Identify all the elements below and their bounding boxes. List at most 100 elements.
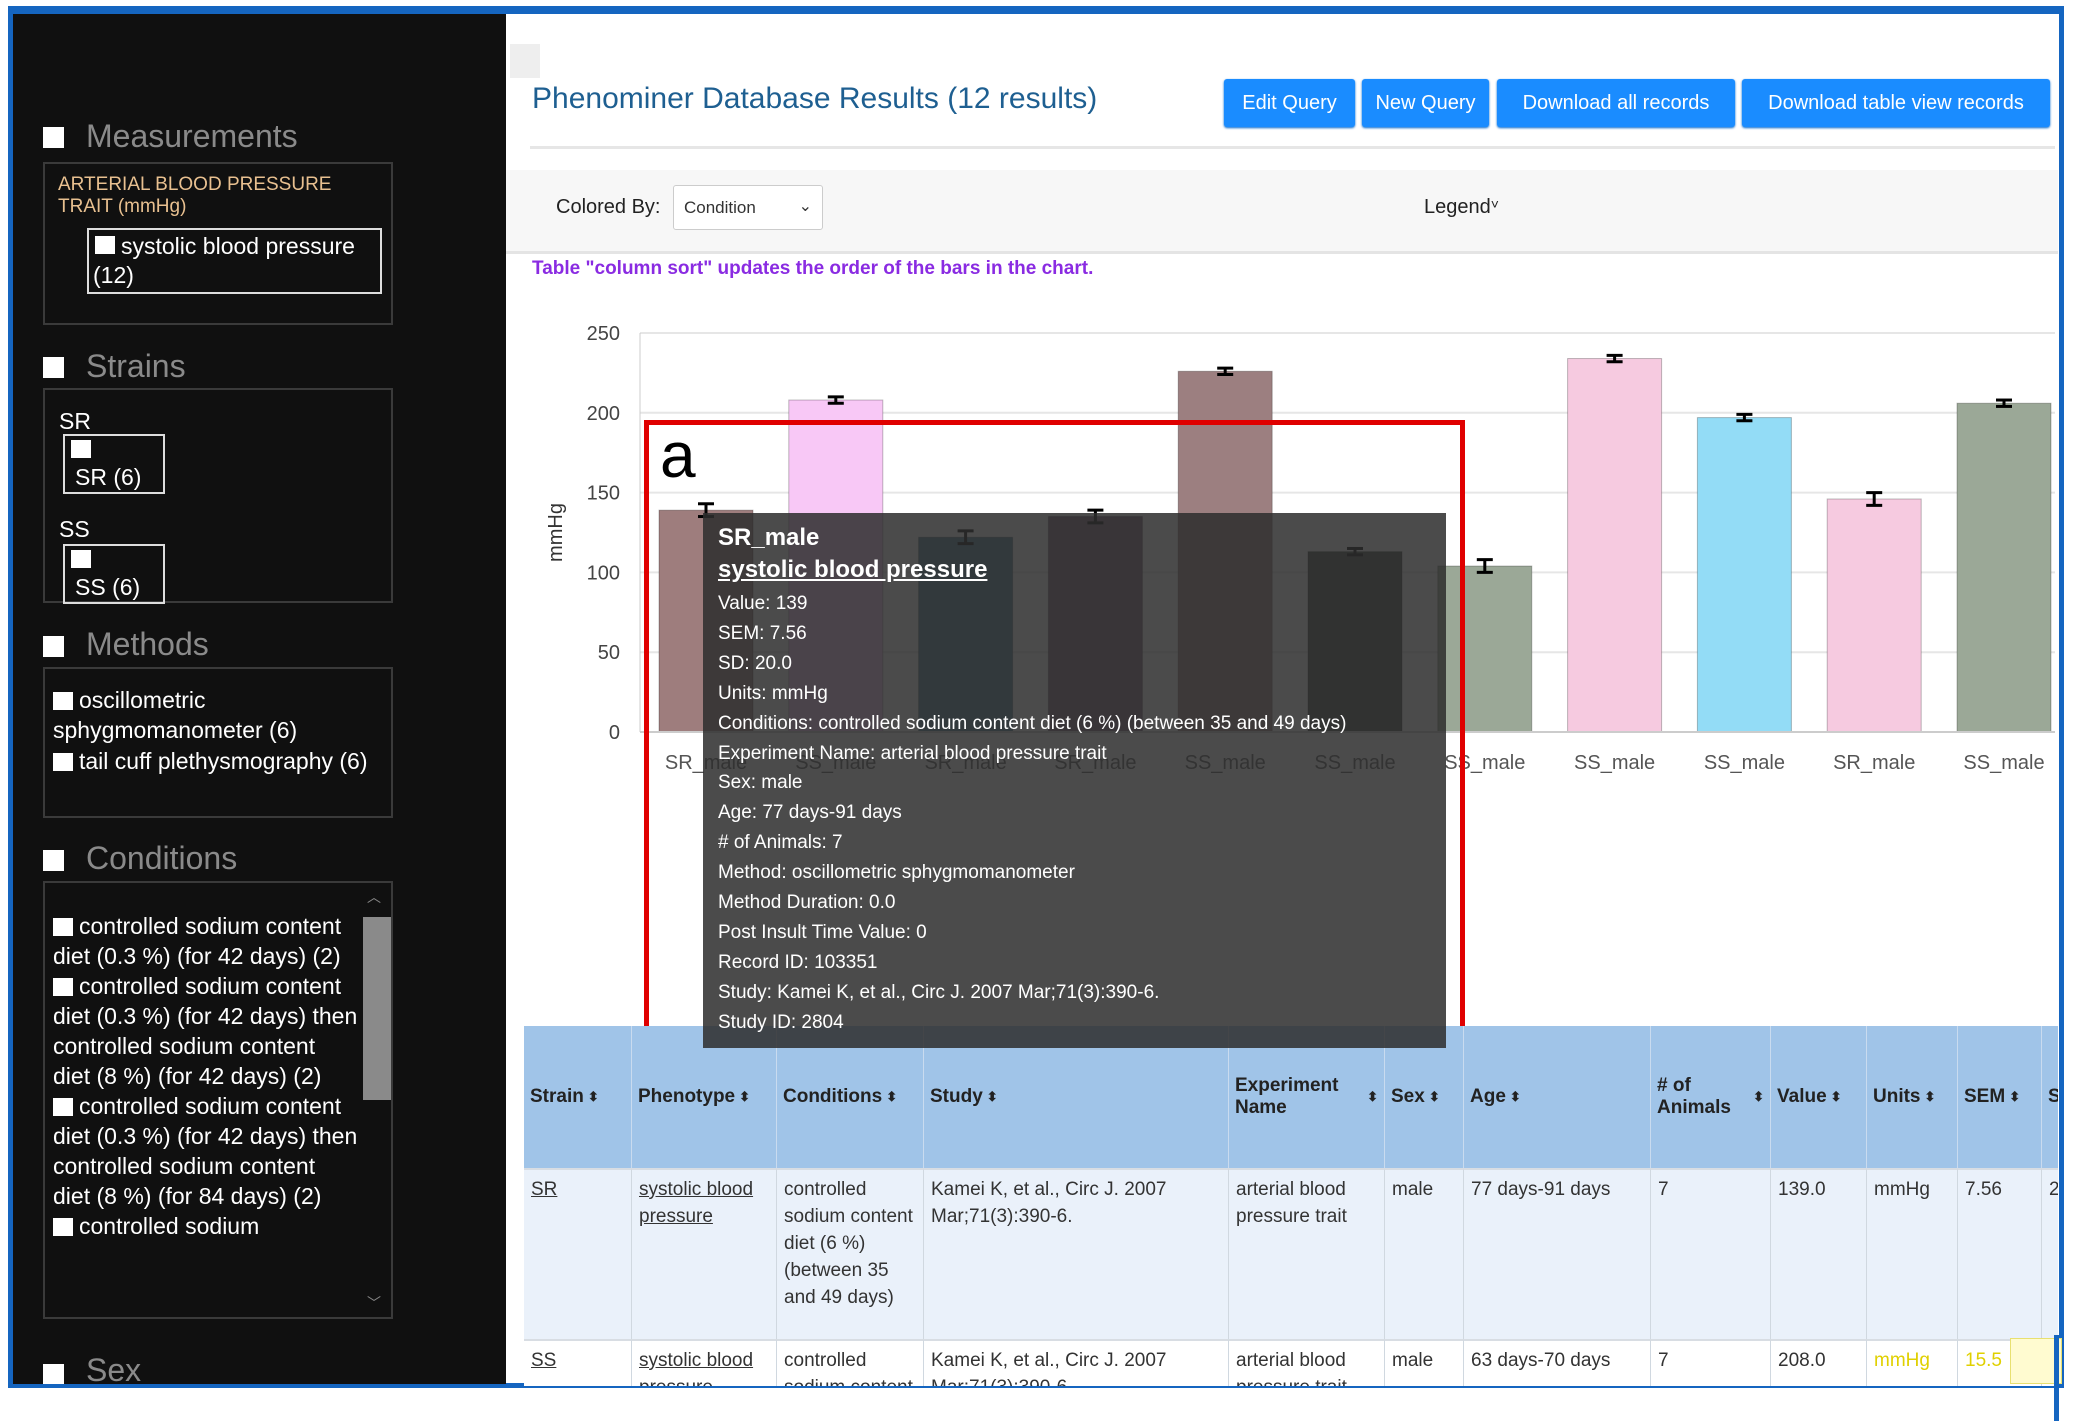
filter-sidebar: Measurements ARTERIAL BLOOD PRESSURE TRA… bbox=[13, 14, 506, 1384]
method-item[interactable]: tail cuff plethysmography (6) bbox=[53, 746, 383, 776]
chart-toolbar: Colored By: Condition ⌄ Legend˅ bbox=[506, 170, 2058, 254]
tooltip-line: Method Duration: 0.0 bbox=[718, 892, 896, 913]
download-table-view-button[interactable]: Download table view records bbox=[1742, 79, 2050, 127]
conditions-box: controlled sodium content diet (0.3 %) (… bbox=[43, 881, 393, 1319]
colored-by-value: Condition bbox=[684, 198, 756, 217]
strain-item-label: SR (6) bbox=[75, 464, 142, 490]
scroll-down-icon[interactable]: ﹀ bbox=[367, 1293, 381, 1313]
page-title: Phenominer Database Results (12 results) bbox=[532, 82, 1098, 115]
condition-item[interactable]: controlled sodium content diet (0.3 %) (… bbox=[53, 971, 358, 1091]
strain-item-label: SS (6) bbox=[75, 574, 141, 600]
method-item[interactable]: oscillometric sphygmomanometer (6) bbox=[53, 685, 383, 745]
tooltip-line: Study ID: 2804 bbox=[718, 1011, 844, 1033]
measurements-heading: Measurements bbox=[86, 118, 298, 154]
tooltip-line: Experiment Name: arterial blood pressure… bbox=[718, 742, 1107, 764]
y-tick-label: 100 bbox=[587, 562, 620, 584]
y-axis-label: mmHg bbox=[545, 503, 567, 562]
checkbox[interactable] bbox=[53, 692, 73, 710]
bar bbox=[1826, 498, 1922, 733]
tooltip-line: Value: 139 bbox=[718, 593, 808, 614]
measurements-checkbox[interactable] bbox=[43, 127, 64, 148]
annotation-label: a bbox=[660, 419, 696, 491]
tooltip-line: SEM: 7.56 bbox=[718, 622, 807, 644]
measurements-box: ARTERIAL BLOOD PRESSURE TRAIT (mmHg) sys… bbox=[43, 162, 393, 325]
scroll-edge bbox=[2054, 1335, 2059, 1421]
strains-checkbox[interactable] bbox=[43, 357, 64, 378]
condition-item-label: controlled sodium content diet (0.3 %) (… bbox=[53, 973, 358, 1089]
tooltip-line: Conditions: controlled sodium content di… bbox=[718, 712, 1347, 734]
legend-toggle[interactable]: Legend˅ bbox=[1424, 196, 1499, 219]
y-tick-label: 50 bbox=[598, 642, 620, 664]
conditions-heading: Conditions bbox=[86, 840, 238, 876]
checkbox[interactable] bbox=[71, 440, 91, 458]
condition-item[interactable]: controlled sodium bbox=[53, 1211, 358, 1241]
tooltip-line: Age: 77 days-91 days bbox=[718, 802, 902, 824]
sex-heading: Sex bbox=[86, 1352, 142, 1384]
tooltip-line: Sex: male bbox=[718, 772, 803, 794]
measurement-group-label: ARTERIAL BLOOD PRESSURE TRAIT (mmHg) bbox=[58, 174, 332, 217]
methods-heading: Methods bbox=[86, 626, 209, 662]
conditions-scrollbar[interactable]: ︿ ﹀ bbox=[363, 883, 391, 1317]
strain-item-sr[interactable]: SR (6) bbox=[63, 434, 165, 494]
y-tick-label: 250 bbox=[587, 323, 620, 345]
method-item-label: oscillometric sphygmomanometer (6) bbox=[53, 687, 298, 743]
checkbox[interactable] bbox=[71, 550, 91, 568]
condition-item[interactable]: controlled sodium content diet (0.3 %) (… bbox=[53, 1091, 358, 1211]
tooltip-title: SR_male bbox=[718, 524, 820, 551]
checkbox[interactable] bbox=[95, 236, 115, 254]
colored-by-label: Colored By: bbox=[556, 196, 661, 218]
method-item-label: tail cuff plethysmography (6) bbox=[79, 748, 368, 774]
checkbox[interactable] bbox=[53, 978, 73, 996]
x-tick-label: SS_male bbox=[1574, 752, 1655, 774]
caret-down-icon: ˅ bbox=[1490, 196, 1499, 212]
condition-item-label: controlled sodium content diet (0.3 %) (… bbox=[53, 913, 342, 969]
y-tick-label: 0 bbox=[609, 722, 620, 744]
measurement-item-systolic[interactable]: systolic blood pressure (12) bbox=[87, 228, 382, 294]
tooltip-line: Study: Kamei K, et al., Circ J. 2007 Mar… bbox=[718, 981, 1160, 1003]
condition-item[interactable]: controlled sodium content diet (0.3 %) (… bbox=[53, 911, 358, 971]
measurement-item-label: systolic blood pressure (12) bbox=[93, 233, 355, 288]
tooltip-line: Record ID: 103351 bbox=[718, 951, 878, 973]
strain-group-label: SR bbox=[59, 408, 91, 434]
bar bbox=[1956, 402, 2052, 733]
tooltip-phenotype: systolic blood pressure bbox=[718, 556, 988, 583]
checkbox[interactable] bbox=[53, 918, 73, 936]
bar bbox=[1696, 417, 1792, 733]
new-query-button[interactable]: New Query bbox=[1362, 79, 1489, 127]
tooltip-line: Method: oscillometric sphygmomanometer bbox=[718, 862, 1075, 884]
tooltip-line: # of Animals: 7 bbox=[718, 832, 843, 854]
strain-item-ss[interactable]: SS (6) bbox=[63, 544, 165, 604]
divider bbox=[530, 146, 2055, 149]
tooltip-line: SD: 20.0 bbox=[718, 652, 792, 674]
colored-by-select[interactable]: Condition ⌄ bbox=[673, 185, 823, 230]
scroll-up-icon[interactable]: ︿ bbox=[367, 887, 381, 907]
bar bbox=[1567, 358, 1663, 733]
sex-checkbox[interactable] bbox=[43, 1364, 64, 1384]
y-tick-label: 200 bbox=[587, 403, 620, 425]
x-tick-label: SS_male bbox=[1704, 752, 1785, 774]
condition-item-label: controlled sodium bbox=[79, 1213, 260, 1239]
condition-item-label: controlled sodium content diet (0.3 %) (… bbox=[53, 1093, 358, 1209]
download-all-records-button[interactable]: Download all records bbox=[1497, 79, 1735, 127]
strain-group-label: SS bbox=[59, 516, 90, 542]
methods-box: oscillometric sphygmomanometer (6) tail … bbox=[43, 667, 393, 818]
strains-box: SR SR (6) SS SS (6) bbox=[43, 388, 393, 604]
edit-query-button[interactable]: Edit Query bbox=[1224, 79, 1355, 127]
toggle-sidebar-button[interactable] bbox=[510, 44, 540, 78]
chevron-down-icon: ⌄ bbox=[798, 198, 812, 215]
x-tick-label: SR_male bbox=[1833, 752, 1915, 774]
conditions-checkbox[interactable] bbox=[43, 850, 64, 871]
strains-heading: Strains bbox=[86, 348, 186, 384]
legend-label: Legend bbox=[1424, 196, 1491, 218]
sort-note: Table "column sort" updates the order of… bbox=[532, 258, 1094, 279]
checkbox[interactable] bbox=[53, 1098, 73, 1116]
bar-tooltip: SR_male systolic blood pressure Value: 1… bbox=[703, 513, 1446, 1048]
methods-checkbox[interactable] bbox=[43, 636, 64, 657]
tooltip-line: Units: mmHg bbox=[718, 682, 828, 704]
scrollbar-thumb[interactable] bbox=[363, 917, 391, 1100]
y-tick-label: 150 bbox=[587, 483, 620, 505]
checkbox[interactable] bbox=[53, 1218, 73, 1236]
tooltip-line: Post Insult Time Value: 0 bbox=[718, 921, 927, 943]
checkbox[interactable] bbox=[53, 753, 73, 771]
x-tick-label: SS_male bbox=[1963, 752, 2044, 774]
